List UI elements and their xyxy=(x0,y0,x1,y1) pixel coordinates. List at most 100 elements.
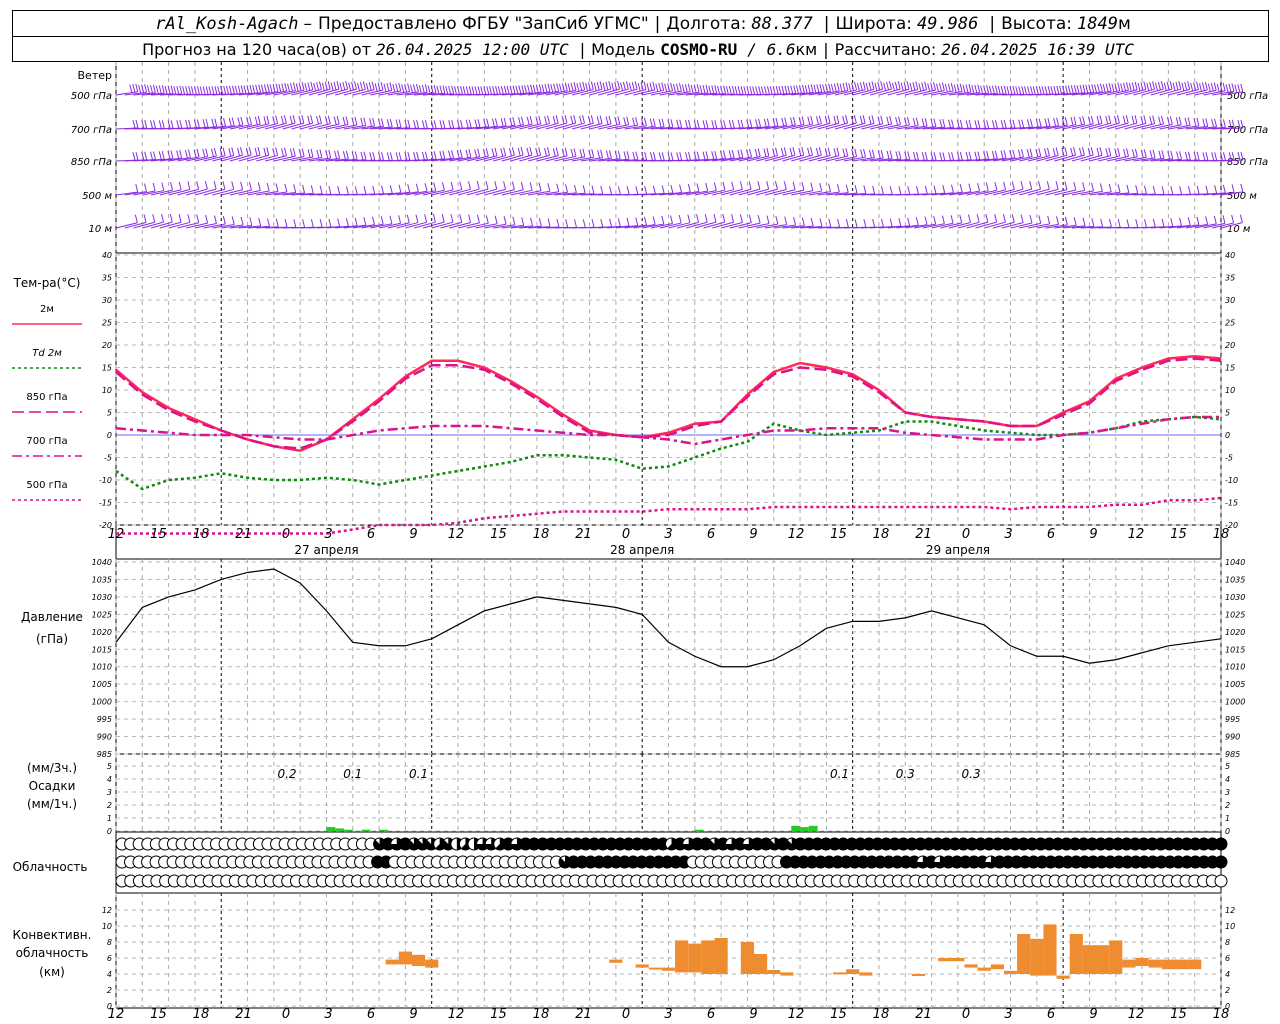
pressure-tick-label: 1025 xyxy=(1225,610,1245,619)
wind-barb-flag xyxy=(565,219,569,228)
wind-barb-flag xyxy=(240,116,244,126)
wind-barb-flag xyxy=(941,215,945,224)
wind-barb-flag xyxy=(1214,118,1218,128)
wind-barb-flag xyxy=(228,148,232,157)
wind-barb-flag xyxy=(495,86,499,95)
wind-barb-flag xyxy=(187,181,191,190)
wind-barb-flag xyxy=(1149,81,1153,91)
wind-barb-flag xyxy=(410,84,413,93)
wind-barb-flag xyxy=(337,150,341,159)
conv-cloud-bar xyxy=(609,959,623,963)
temp-title: Тем-ра(°C) xyxy=(13,276,81,290)
wind-barb-flag xyxy=(581,115,585,124)
wind-barb-flag xyxy=(696,214,700,223)
wind-barb-flag xyxy=(319,185,323,194)
wind-barb-flag xyxy=(252,85,256,94)
wind-barb-flag xyxy=(363,217,367,226)
wind-barb-flag xyxy=(942,118,946,128)
wind-barb-flag xyxy=(199,86,203,95)
hour-label: 21 xyxy=(915,1007,932,1022)
wind-barb-flag xyxy=(749,119,753,128)
wind-barb-flag xyxy=(644,185,648,195)
conv-tick-label: 4 xyxy=(1225,970,1230,979)
wind-barb-flag xyxy=(535,116,539,125)
wind-barb-flag xyxy=(544,116,548,125)
wind-barb-flag xyxy=(468,86,472,95)
wind-barb-flag xyxy=(906,81,910,90)
wind-barb-flag xyxy=(991,150,995,160)
wind-barb-flag xyxy=(439,150,443,160)
wind-barb-flag xyxy=(837,218,841,228)
hour-label: 12 xyxy=(108,527,125,542)
wind-barb-flag xyxy=(916,151,919,160)
wind-level-label: 500 м xyxy=(82,191,112,202)
wind-barb-flag xyxy=(564,147,568,157)
wind-barb-flag xyxy=(383,83,387,92)
wind-barb-flag xyxy=(927,83,931,92)
wind-barb-flag xyxy=(336,81,340,90)
wind-barb-flag xyxy=(386,152,390,161)
precip-tick-label: 0 xyxy=(1225,827,1230,836)
wind-barb-flag xyxy=(1055,147,1059,156)
wind-barb-flag xyxy=(310,185,314,194)
wind-barb-flag xyxy=(1187,117,1191,126)
temp-tick-label: 20 xyxy=(1225,341,1235,350)
conv-cloud-bar xyxy=(859,972,873,976)
wind-barb-flag xyxy=(819,182,823,192)
wind-barb-flag xyxy=(134,214,138,223)
wind-barb-flag xyxy=(845,184,849,193)
wind-barb-flag xyxy=(302,219,306,228)
wind-barb-flag xyxy=(196,86,200,95)
wind-barb-flag xyxy=(132,152,136,161)
wind-barb-flag xyxy=(231,147,235,156)
wind-barb-flag xyxy=(135,119,139,129)
wind-barb-flag xyxy=(980,85,984,94)
wind-barb-flag xyxy=(942,185,946,194)
wind-barb-flag xyxy=(792,116,796,126)
wind-title: Ветер xyxy=(78,69,112,82)
wind-barb-flag xyxy=(529,182,533,191)
wind-barb-flag xyxy=(179,85,183,95)
wind-barb-flag xyxy=(1085,84,1089,94)
conv-cloud-bar xyxy=(714,938,728,974)
wind-barb-flag xyxy=(337,218,341,227)
wind-barb-flag xyxy=(1003,85,1007,94)
wind-barb-flag xyxy=(631,81,635,91)
conv-tick-label: 2 xyxy=(107,986,112,995)
wind-barb-flag xyxy=(775,147,779,156)
pressure-title: Давление xyxy=(21,610,83,624)
wind-barb-flag xyxy=(1201,82,1205,91)
precip-tick-label: 5 xyxy=(107,762,112,771)
precip-tick-label: 1 xyxy=(107,814,112,823)
wind-barb-flag xyxy=(243,85,247,94)
wind-barb-flag xyxy=(605,81,609,91)
day-label: 27 апреля xyxy=(294,543,358,557)
precipitation-panel: (мм/3ч.) Осадки (мм/1ч.) 5 5 4 4 3 3 2 2 1 1 0 0 0.2… xyxy=(27,761,1230,836)
precip-bar xyxy=(344,829,353,831)
conv-cloud-bar xyxy=(661,967,676,971)
wind-barb-flag xyxy=(152,182,156,192)
wind-barb-flag xyxy=(1152,115,1156,124)
wind-barb-flag xyxy=(1024,86,1028,95)
wind-barb-flag xyxy=(836,147,840,156)
wind-barb-flag xyxy=(161,150,165,160)
wind-barb-flag xyxy=(880,185,884,195)
wind-barb-flag xyxy=(815,147,819,157)
wind-barb-flag xyxy=(222,147,226,156)
wind-barb-flag xyxy=(354,116,358,126)
wind-barb-flag xyxy=(880,149,884,159)
pressure-tick-label: 1025 xyxy=(92,610,112,619)
wind-barb-flag xyxy=(564,82,568,91)
wind-barb-flag xyxy=(1184,151,1188,161)
wind-barb-flag xyxy=(976,214,980,223)
wind-barb-flag xyxy=(275,83,279,92)
wind-barb-flag xyxy=(643,81,647,90)
wind-barb-flag xyxy=(176,85,180,95)
wind-barb-flag xyxy=(723,85,727,94)
wind-barb-flag xyxy=(591,149,595,158)
wind-barb-flag xyxy=(381,185,384,194)
day-label: 29 апреля xyxy=(926,543,990,557)
temp-tick-label: -15 xyxy=(99,499,112,508)
wind-barb-flag xyxy=(836,183,840,193)
pressure-tick-label: 1015 xyxy=(92,645,112,654)
